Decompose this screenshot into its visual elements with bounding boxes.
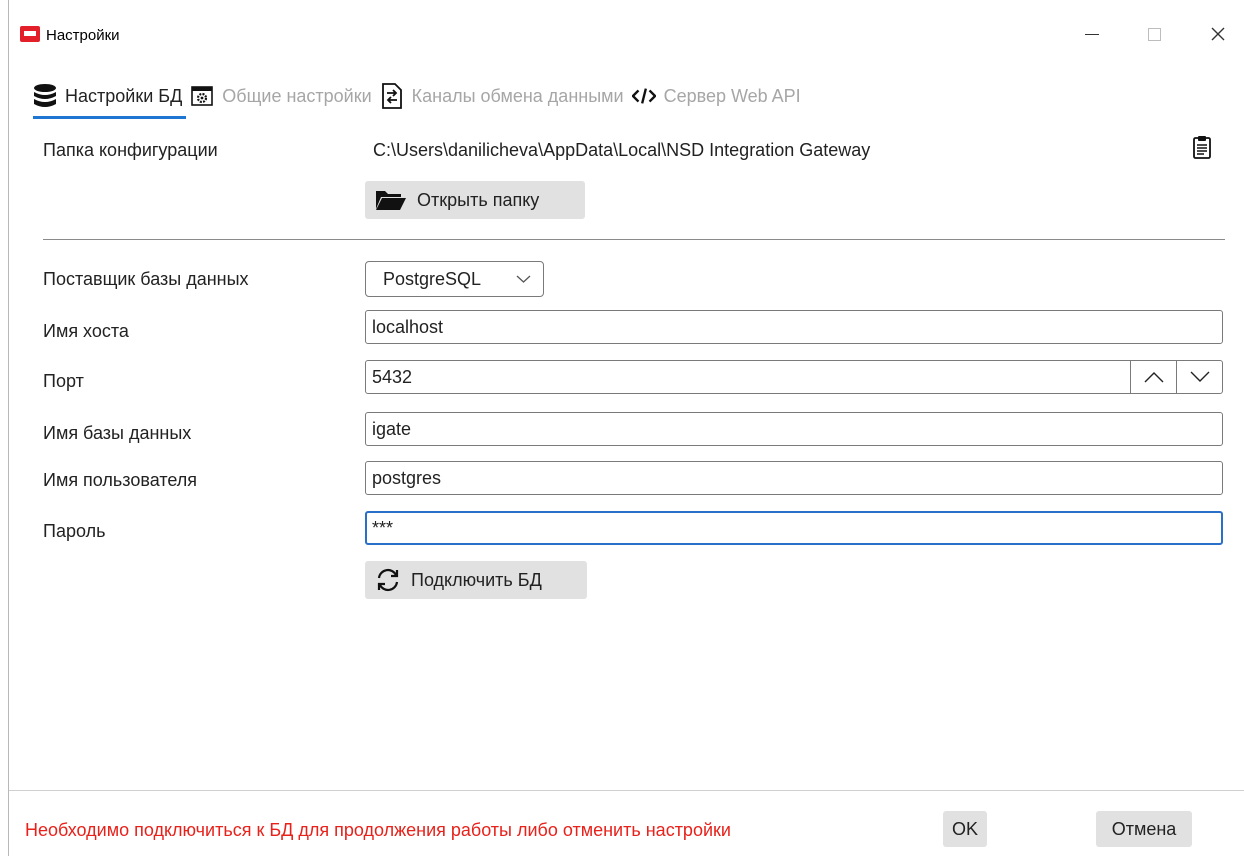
config-folder-label: Папка конфигурации (43, 140, 218, 160)
tab-label: Общие настройки (222, 85, 372, 106)
db-provider-value: PostgreSQL (383, 268, 482, 289)
port-value: 5432 (372, 366, 413, 387)
folder-open-icon (375, 189, 407, 211)
dbname-label: Имя базы данных (43, 423, 192, 443)
dbname-input[interactable]: igate (365, 412, 1223, 446)
close-icon (1211, 27, 1225, 41)
settings-tabs: Настройки БД Общие настройки Каналы обме… (33, 76, 809, 119)
password-input[interactable]: *** (365, 511, 1223, 545)
db-provider-select[interactable]: PostgreSQL (365, 261, 544, 297)
port-stepper[interactable]: 5432 (365, 360, 1223, 394)
host-value: localhost (372, 316, 444, 337)
window-title: Настройки (46, 27, 120, 44)
password-label: Пароль (43, 521, 106, 541)
port-stepper-buttons (1130, 361, 1222, 393)
password-value: *** (372, 517, 394, 538)
chevron-up-icon (1144, 372, 1163, 383)
config-folder-path: C:\Users\danilicheva\AppData\Local\NSD I… (373, 140, 871, 160)
window-gear-icon (190, 83, 214, 109)
tab-db-settings[interactable]: Настройки БД (33, 78, 187, 119)
connect-db-button[interactable]: Подключить БД (365, 561, 587, 599)
open-folder-label: Открыть папку (417, 189, 540, 210)
tab-label: Сервер Web API (663, 85, 801, 106)
db-provider-label: Поставщик базы данных (43, 269, 249, 289)
chevron-down-icon (516, 275, 531, 283)
cancel-button[interactable]: Отмена (1096, 811, 1192, 847)
tab-label: Каналы обмена данными (411, 85, 624, 106)
refresh-icon (375, 567, 401, 593)
port-decrement-button[interactable] (1176, 361, 1222, 393)
open-folder-button[interactable]: Открыть папку (365, 181, 585, 219)
username-value: postgres (372, 467, 442, 488)
maximize-button[interactable] (1131, 18, 1177, 50)
exchange-document-icon (380, 83, 404, 109)
footer-divider (9, 790, 1244, 791)
clipboard-icon[interactable] (1192, 135, 1212, 159)
port-label: Порт (43, 371, 84, 391)
host-label: Имя хоста (43, 321, 129, 341)
section-divider (43, 239, 1225, 240)
app-logo-icon (20, 26, 40, 42)
dbname-value: igate (372, 418, 412, 439)
cancel-label: Отмена (1111, 818, 1177, 839)
close-button[interactable] (1195, 18, 1241, 50)
connect-db-label: Подключить БД (411, 569, 542, 590)
tab-general-settings[interactable]: Общие настройки (190, 78, 372, 114)
username-input[interactable]: postgres (365, 461, 1223, 495)
minimize-button[interactable] (1069, 18, 1115, 50)
tab-web-api-server[interactable]: Сервер Web API (631, 78, 801, 114)
ok-button[interactable]: OK (943, 811, 987, 847)
username-label: Имя пользователя (43, 470, 198, 490)
tab-label: Настройки БД (65, 85, 183, 106)
tab-data-channels[interactable]: Каналы обмена данными (380, 78, 624, 114)
code-icon (631, 83, 656, 109)
error-message: Необходимо подключиться к БД для продолж… (25, 820, 731, 840)
title-bar: Настройки (9, 0, 1244, 64)
ok-label: OK (951, 818, 978, 839)
port-increment-button[interactable] (1130, 361, 1176, 393)
host-input[interactable]: localhost (365, 310, 1223, 344)
database-icon (33, 83, 57, 109)
chevron-down-icon (1190, 371, 1209, 382)
settings-window: Настройки Настройки БД Общие настройки К… (8, 0, 1244, 856)
